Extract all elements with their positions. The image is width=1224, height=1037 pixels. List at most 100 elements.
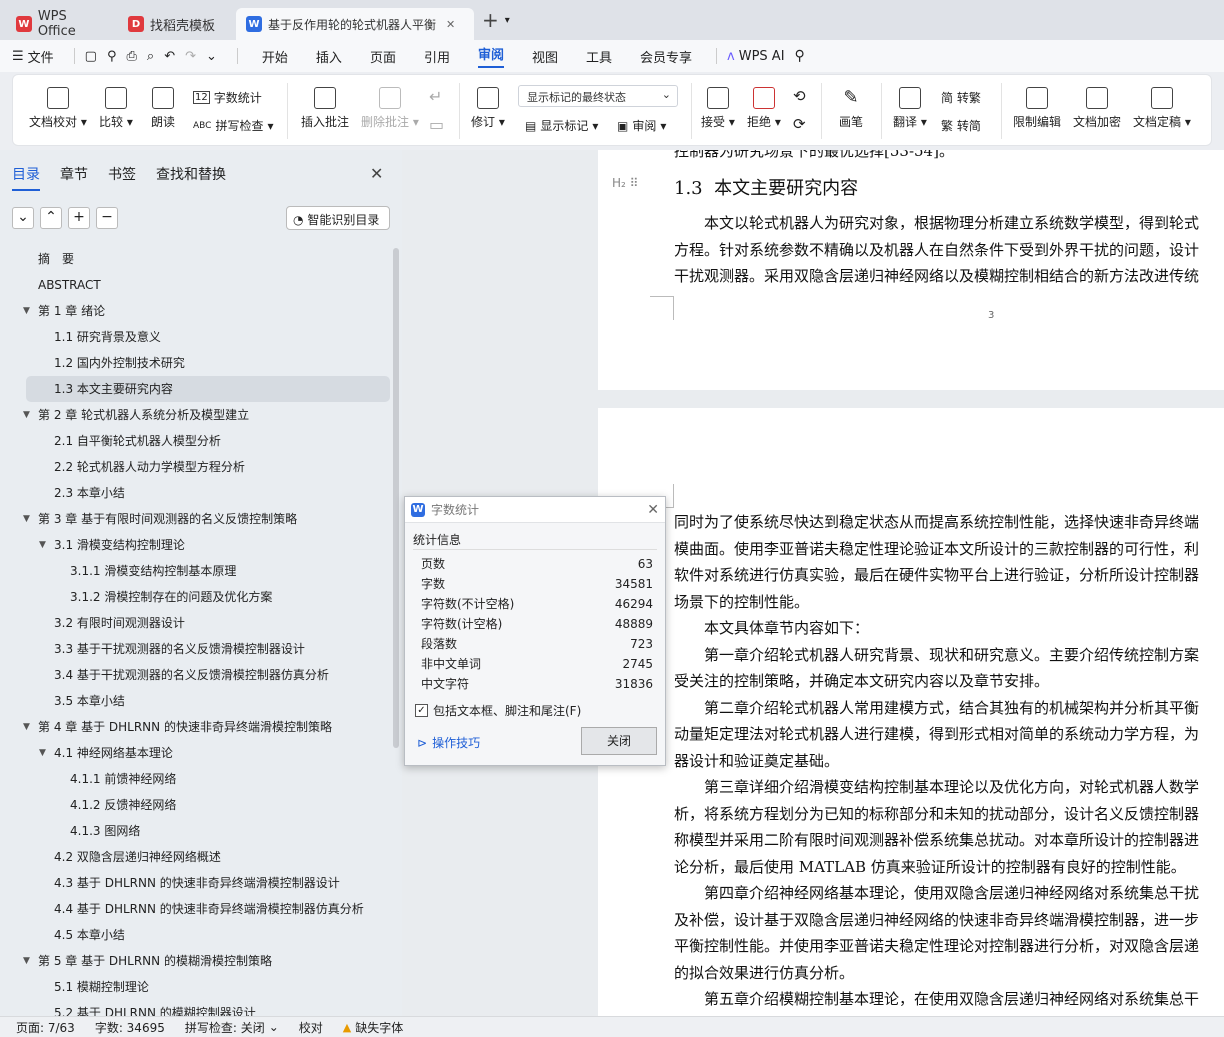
toc-item[interactable]: ▼ 3.1 滑模变结构控制理论 — [0, 532, 392, 558]
next-change-icon[interactable]: ⟳ — [793, 115, 806, 133]
caret-down-icon[interactable]: ▼ — [39, 740, 46, 766]
spell-check-indicator[interactable]: 拼写检查: 关闭 ⌄ — [185, 1019, 279, 1036]
toc-item[interactable]: 4.3 基于 DHLRNN 的快速非奇异终端滑模控制器设计 — [0, 870, 392, 896]
caret-down-icon[interactable]: ▼ — [23, 948, 30, 974]
delete-comment-button[interactable]: 删除批注 ▾ — [361, 87, 419, 130]
close-icon[interactable]: ✕ — [647, 502, 659, 518]
caret-down-icon[interactable]: ▼ — [23, 402, 30, 428]
restrict-edit-button[interactable]: 限制编辑 — [1013, 87, 1061, 130]
toc-item[interactable]: 4.5 本章小结 — [0, 922, 392, 948]
toc-item[interactable]: 4.1.1 前馈神经网络 — [0, 766, 392, 792]
doc-finalize-button[interactable]: 文档定稿 ▾ — [1133, 87, 1191, 130]
tab-insert[interactable]: 插入 — [316, 47, 342, 66]
caret-down-icon[interactable]: ▼ — [23, 298, 30, 324]
nav-tab-bookmarks[interactable]: 书签 — [108, 164, 136, 191]
toc-item[interactable]: 3.1.2 滑模控制存在的问题及优化方案 — [0, 584, 392, 610]
toc-item[interactable]: 3.4 基于干扰观测器的名义反馈滑模控制器仿真分析 — [0, 662, 392, 688]
collapse-up-button[interactable]: ⌃ — [40, 207, 62, 229]
toc-item[interactable]: 3.2 有限时间观测器设计 — [0, 610, 392, 636]
caret-down-icon[interactable]: ▼ — [23, 714, 30, 740]
heading-handle-icon[interactable]: H₂ ⠿ — [612, 176, 638, 190]
toc-item[interactable]: 1.1 研究背景及意义 — [0, 324, 392, 350]
wps-ai-button[interactable]: ᴧ WPS AI — [727, 49, 785, 64]
add-heading-button[interactable]: + — [68, 207, 90, 229]
revise-button[interactable]: 修订 ▾ — [471, 87, 505, 130]
toc-scrollbar[interactable] — [393, 248, 399, 748]
prev-comment-icon[interactable]: ↵ — [429, 87, 442, 106]
file-menu[interactable]: ☰ 文件 — [12, 47, 54, 66]
toc-item[interactable]: 2.1 自平衡轮式机器人模型分析 — [0, 428, 392, 454]
next-comment-icon[interactable]: ▭ — [429, 115, 444, 134]
proofread-indicator[interactable]: 校对 — [299, 1019, 323, 1036]
tab-wps-office[interactable]: W WPS Office — [6, 8, 118, 40]
tab-page[interactable]: 页面 — [370, 47, 396, 66]
toc-item[interactable]: 4.1.3 图网络 — [0, 818, 392, 844]
preview-icon[interactable]: ⌕ — [147, 49, 154, 64]
review-pane-button[interactable]: ▣ 审阅 ▾ — [617, 117, 666, 134]
smart-toc-button[interactable]: ◔ 智能识别目录 — [286, 206, 390, 230]
tips-link[interactable]: ⊳ 操作技巧 — [417, 734, 480, 751]
toc-item[interactable]: 4.4 基于 DHLRNN 的快速非奇异终端滑模控制器仿真分析 — [0, 896, 392, 922]
include-textbox-checkbox[interactable]: ✓ 包括文本框、脚注和尾注(F) — [415, 702, 581, 719]
missing-font-indicator[interactable]: ▲ 缺失字体 — [343, 1019, 403, 1036]
insert-comment-button[interactable]: 插入批注 — [301, 87, 349, 130]
toc-item[interactable]: 4.2 双隐含层递归神经网络概述 — [0, 844, 392, 870]
markup-state-select[interactable]: 显示标记的最终状态 ⌄ — [518, 85, 678, 107]
new-tab-icon[interactable]: + — [482, 8, 499, 32]
doc-encrypt-button[interactable]: 文档加密 — [1073, 87, 1121, 130]
link-icon[interactable]: ⚲ — [107, 49, 117, 64]
nav-tab-chapters[interactable]: 章节 — [60, 164, 88, 191]
pen-button[interactable]: ✎ 画笔 — [839, 87, 863, 130]
tab-document[interactable]: W 基于反作用轮的轮式机器人平衡 ✕ — [236, 8, 474, 40]
toc-item[interactable]: 2.2 轮式机器人动力学模型方程分析 — [0, 454, 392, 480]
toc-item[interactable]: ABSTRACT — [0, 272, 392, 298]
to-traditional-button[interactable]: 简 转繁 — [941, 89, 981, 106]
expand-down-button[interactable]: ⌄ — [12, 207, 34, 229]
reject-button[interactable]: 拒绝 ▾ — [747, 87, 781, 130]
toc-item[interactable]: 2.3 本章小结 — [0, 480, 392, 506]
tab-template[interactable]: D 找稻壳模板 — [118, 8, 236, 40]
compare-button[interactable]: 比较 ▾ — [99, 87, 133, 130]
tab-view[interactable]: 视图 — [532, 47, 558, 66]
page-indicator[interactable]: 页面: 7/63 — [16, 1019, 75, 1036]
toc-item[interactable]: ▼ 4.1 神经网络基本理论 — [0, 740, 392, 766]
toc-item[interactable]: 3.1.1 滑模变结构控制基本原理 — [0, 558, 392, 584]
tab-tools[interactable]: 工具 — [586, 47, 612, 66]
show-markup-button[interactable]: ▤ 显示标记 ▾ — [525, 117, 598, 134]
to-simplified-button[interactable]: 繁 转简 — [941, 117, 981, 134]
chevron-down-icon[interactable]: ▾ — [505, 15, 510, 26]
toc-item[interactable]: ▼ 第 4 章 基于 DHLRNN 的快速非奇异终端滑模控制策略 — [0, 714, 392, 740]
undo-icon[interactable]: ↶ — [164, 49, 175, 64]
tab-review[interactable]: 审阅 — [477, 44, 504, 68]
chevron-down-icon[interactable]: ⌄ — [206, 49, 217, 64]
toc-item[interactable]: 3.5 本章小结 — [0, 688, 392, 714]
read-aloud-button[interactable]: 朗读 — [151, 87, 175, 130]
prev-change-icon[interactable]: ⟲ — [793, 87, 806, 105]
search-icon[interactable]: ⚲ — [795, 48, 805, 64]
caret-down-icon[interactable]: ▼ — [23, 506, 30, 532]
toc-item[interactable]: 5.1 模糊控制理论 — [0, 974, 392, 1000]
nav-tab-find-replace[interactable]: 查找和替换 — [156, 164, 226, 191]
tab-references[interactable]: 引用 — [424, 47, 450, 66]
toc-item[interactable]: ▼ 第 5 章 基于 DHLRNN 的模糊滑模控制策略 — [0, 948, 392, 974]
save-icon[interactable]: ▢ — [85, 49, 97, 64]
close-button[interactable]: 关闭 — [581, 727, 657, 755]
toc-item[interactable]: ▼ 第 1 章 绪论 — [0, 298, 392, 324]
tab-member[interactable]: 会员专享 — [640, 47, 692, 66]
toc-item[interactable]: ▼ 第 3 章 基于有限时间观测器的名义反馈控制策略 — [0, 506, 392, 532]
toc-item[interactable]: 摘 要 — [0, 246, 392, 272]
nav-tab-toc[interactable]: 目录 — [12, 164, 40, 191]
word-count-indicator[interactable]: 字数: 34695 — [95, 1019, 165, 1036]
print-icon[interactable]: ⎙ — [127, 49, 137, 64]
close-icon[interactable]: ✕ — [446, 18, 455, 31]
translate-button[interactable]: 翻译 ▾ — [893, 87, 927, 130]
redo-icon[interactable]: ↷ — [185, 49, 196, 64]
toc-item[interactable]: 4.1.2 反馈神经网络 — [0, 792, 392, 818]
toc-item[interactable]: 1.3 本文主要研究内容 — [26, 376, 390, 402]
spell-check-button[interactable]: ABC 拼写检查 ▾ — [193, 117, 274, 134]
tab-home[interactable]: 开始 — [262, 47, 288, 66]
doc-proofread-button[interactable]: 文档校对 ▾ — [29, 87, 87, 130]
caret-down-icon[interactable]: ▼ — [39, 532, 46, 558]
accept-button[interactable]: 接受 ▾ — [701, 87, 735, 130]
close-icon[interactable]: ✕ — [370, 164, 383, 183]
